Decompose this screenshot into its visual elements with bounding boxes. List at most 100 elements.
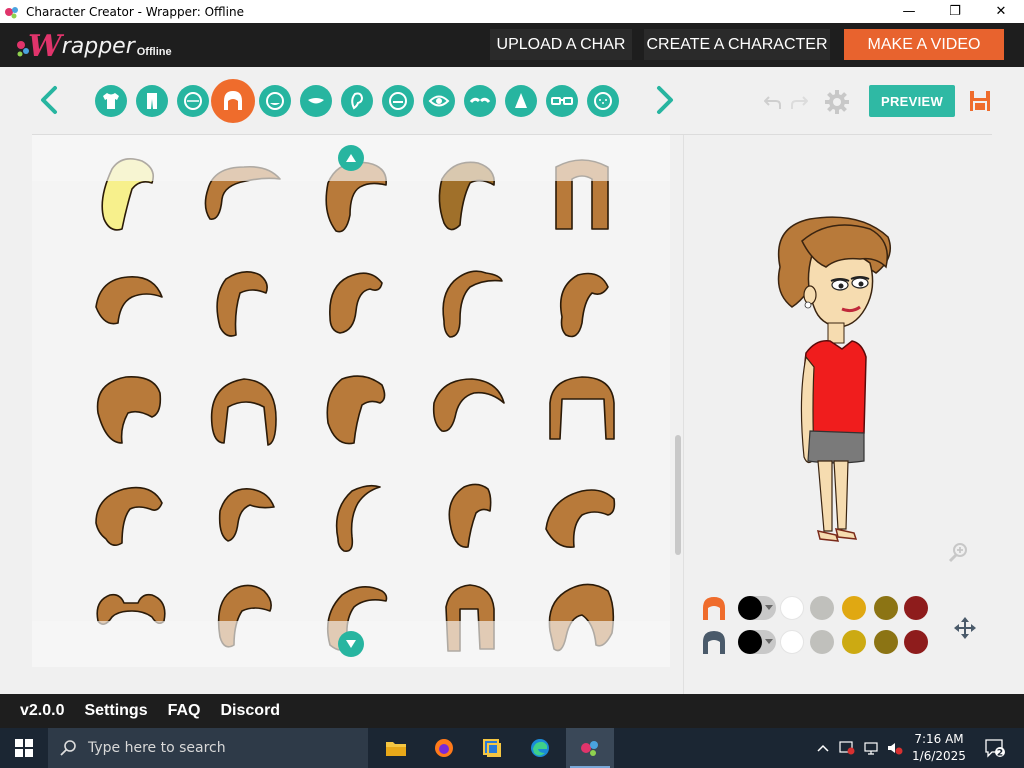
color-swatch[interactable]: [874, 630, 898, 654]
hair-style-item[interactable]: [420, 363, 516, 459]
color-swatch[interactable]: [842, 630, 866, 654]
windows-logo-icon: [15, 739, 33, 757]
firefox-icon: [435, 739, 453, 757]
glasses-icon: [551, 97, 573, 105]
freckles-icon: [594, 92, 612, 110]
hair-style-item[interactable]: [420, 469, 516, 565]
category-head[interactable]: [259, 85, 291, 117]
color-swatch[interactable]: [904, 596, 928, 620]
notification-center-button[interactable]: 2: [980, 728, 1010, 768]
move-character-button[interactable]: [952, 615, 978, 641]
search-placeholder: Type here to search: [88, 740, 226, 756]
redo-button[interactable]: [790, 93, 809, 111]
hair-accent-icon: [700, 628, 728, 656]
category-eyes[interactable]: [423, 85, 455, 117]
hair-style-item[interactable]: [532, 363, 628, 459]
hair-style-item[interactable]: [308, 363, 404, 459]
color-swatch[interactable]: [842, 596, 866, 620]
taskbar-file-explorer[interactable]: [372, 728, 420, 768]
hair-style-icon: [545, 489, 616, 548]
hair-color-dropdown[interactable]: [738, 596, 776, 620]
windows-taskbar: Type here to search 7:16 AM 1/6/2025 2: [0, 728, 1024, 768]
character-figure: [777, 216, 891, 542]
minimize-button[interactable]: —: [886, 0, 932, 23]
hair-style-icon: [95, 276, 163, 325]
hair-style-icon: [549, 376, 615, 440]
volume-muted-icon: [888, 743, 903, 755]
hair-style-item[interactable]: [532, 257, 628, 353]
hair-style-icon: [442, 270, 503, 338]
hair-style-item[interactable]: [308, 257, 404, 353]
shirt-icon: [103, 93, 119, 109]
zoom-in-button[interactable]: [948, 541, 970, 563]
color-swatch[interactable]: [874, 596, 898, 620]
upload-char-button[interactable]: UPLOAD A CHAR: [490, 29, 632, 60]
head-outline-icon: [266, 92, 284, 110]
taskbar-edge[interactable]: [516, 728, 564, 768]
category-prev-button[interactable]: [34, 82, 64, 118]
category-mouth[interactable]: [300, 85, 332, 117]
grid-scroll-down-button[interactable]: [338, 631, 364, 657]
preview-button[interactable]: PREVIEW: [869, 85, 955, 117]
close-button[interactable]: ✕: [978, 0, 1024, 23]
save-button[interactable]: [968, 89, 992, 113]
clock-time: 7:16 AM: [914, 732, 964, 746]
hair-style-item[interactable]: [82, 363, 178, 459]
create-character-button[interactable]: CREATE A CHARACTER: [644, 29, 830, 60]
color-swatch[interactable]: [904, 630, 928, 654]
wrapper-app-icon: [581, 741, 598, 756]
color-swatch[interactable]: [810, 596, 834, 620]
tray-show-hidden[interactable]: [814, 728, 832, 768]
category-glasses[interactable]: [546, 85, 578, 117]
taskbar-firefox[interactable]: [420, 728, 468, 768]
hair-style-item[interactable]: [308, 469, 404, 565]
hair-style-icon: [432, 378, 505, 432]
category-ear[interactable]: [341, 85, 373, 117]
settings-gear-button[interactable]: [824, 89, 850, 115]
edge-icon: [531, 739, 549, 757]
category-face-shape[interactable]: [177, 85, 209, 117]
color-swatch[interactable]: [780, 596, 804, 620]
hair-style-item[interactable]: [194, 363, 290, 459]
category-facial-hair[interactable]: [382, 85, 414, 117]
settings-link[interactable]: Settings: [84, 702, 147, 720]
wrapper-logo[interactable]: W rapper Offline: [16, 28, 172, 62]
color-swatch[interactable]: [810, 630, 834, 654]
tray-network[interactable]: [860, 728, 882, 768]
hair-style-icon: [326, 375, 386, 445]
hair-style-item[interactable]: [532, 469, 628, 565]
category-nose[interactable]: [505, 85, 537, 117]
hair-style-item[interactable]: [194, 469, 290, 565]
maximize-button[interactable]: ❐: [932, 0, 978, 23]
category-clothes-top[interactable]: [95, 85, 127, 117]
grid-scrollbar[interactable]: [675, 435, 681, 555]
triangle-up-icon: [346, 154, 356, 162]
taskbar-search[interactable]: Type here to search: [48, 728, 368, 768]
make-video-button[interactable]: MAKE A VIDEO: [844, 29, 1004, 60]
taskbar-wrapper-offline[interactable]: [566, 728, 614, 768]
start-button[interactable]: [0, 728, 48, 768]
hair-accent-dropdown[interactable]: [738, 630, 776, 654]
nose-icon: [515, 93, 527, 108]
category-freckles[interactable]: [587, 85, 619, 117]
category-next-button[interactable]: [650, 82, 680, 118]
hair-style-item[interactable]: [82, 257, 178, 353]
undo-button[interactable]: [763, 93, 782, 111]
grid-scroll-up-button[interactable]: [338, 145, 364, 171]
category-eyebrows[interactable]: [464, 85, 496, 117]
category-hair[interactable]: [211, 79, 255, 123]
hair-style-item[interactable]: [420, 257, 516, 353]
hair-style-item[interactable]: [194, 257, 290, 353]
pants-icon: [147, 93, 157, 109]
color-swatch[interactable]: [780, 630, 804, 654]
hair-style-item[interactable]: [82, 469, 178, 565]
taskbar-clock[interactable]: 7:16 AM 1/6/2025: [904, 731, 974, 765]
category-clothes-bottom[interactable]: [136, 85, 168, 117]
character-preview[interactable]: [700, 197, 960, 567]
chevron-left-icon: [41, 86, 57, 114]
tray-security[interactable]: [836, 728, 858, 768]
tray-volume[interactable]: [884, 728, 906, 768]
taskbar-virtualbox[interactable]: [468, 728, 516, 768]
faq-link[interactable]: FAQ: [168, 702, 201, 720]
discord-link[interactable]: Discord: [221, 702, 281, 720]
